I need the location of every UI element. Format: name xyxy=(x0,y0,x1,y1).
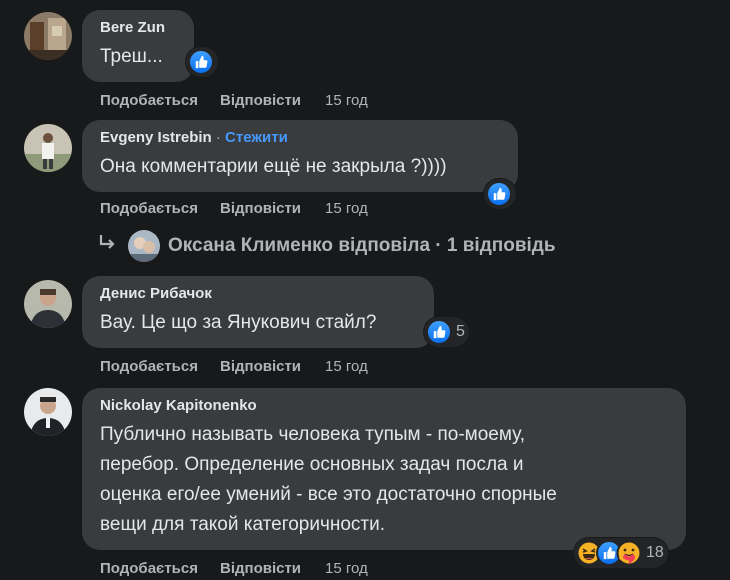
thumbs-up-icon xyxy=(188,49,214,75)
replies-summary[interactable]: Оксана Клименко відповіла · 1 відповідь xyxy=(168,235,556,257)
reply-arrow-icon xyxy=(96,232,120,260)
thumbs-up-icon xyxy=(426,319,452,345)
follow-link[interactable]: Стежити xyxy=(225,129,288,146)
comment-timestamp[interactable]: 15 год xyxy=(325,560,368,577)
like-link[interactable]: Подобається xyxy=(100,200,198,217)
comment-text: Она комментарии ещё не закрыла ?)))) xyxy=(100,156,447,177)
reaction-summary[interactable] xyxy=(186,47,218,77)
comment-author[interactable]: Evgeny Istrebin xyxy=(100,129,212,146)
comment-actions: Подобається Відповісти 15 год xyxy=(100,200,368,217)
reply-link[interactable]: Відповісти xyxy=(220,560,301,577)
like-link[interactable]: Подобається xyxy=(100,358,198,375)
comment-actions: Подобається Відповісти 15 год xyxy=(100,92,368,109)
separator-dot: · xyxy=(215,129,221,146)
comment-actions: Подобається Відповісти 15 год xyxy=(100,560,368,577)
comment-text: Треш... xyxy=(100,46,163,67)
comment-timestamp[interactable]: 15 год xyxy=(325,200,368,217)
reaction-summary[interactable] xyxy=(484,179,516,209)
comment-author[interactable]: Bere Zun xyxy=(100,18,176,38)
avatar-evgeny-istrebin[interactable] xyxy=(24,124,72,172)
thumbs-up-icon xyxy=(486,181,512,207)
comment-bubble: Денис Рибачок Вау. Це що за Янукович ста… xyxy=(82,276,434,348)
reaction-summary[interactable]: 18 xyxy=(574,538,668,568)
avatar-denis-rybachok[interactable] xyxy=(24,280,72,328)
reply-avatar xyxy=(128,230,160,262)
reply-link[interactable]: Відповісти xyxy=(220,200,301,217)
care-emoji-icon xyxy=(616,540,642,566)
comment-author[interactable]: Денис Рибачок xyxy=(100,284,416,304)
reaction-count: 5 xyxy=(456,323,465,340)
comment-author[interactable]: Nickolay Kapitonenko xyxy=(100,396,668,416)
comment-actions: Подобається Відповісти 15 год xyxy=(100,358,368,375)
comment-timestamp[interactable]: 15 год xyxy=(325,358,368,375)
avatar-bere-zun[interactable] xyxy=(24,12,72,60)
comment-bubble: Nickolay Kapitonenko Публично называть ч… xyxy=(82,388,686,550)
reaction-count: 18 xyxy=(646,544,664,561)
comment-timestamp[interactable]: 15 год xyxy=(325,92,368,109)
comment-text: Публично называть человека тупым - по-мо… xyxy=(100,424,557,535)
like-link[interactable]: Подобається xyxy=(100,560,198,577)
comment-bubble: Bere Zun Треш... xyxy=(82,10,194,82)
reply-link[interactable]: Відповісти xyxy=(220,92,301,109)
view-replies-link[interactable]: Оксана Клименко відповіла · 1 відповідь xyxy=(96,230,556,262)
avatar-nickolay-kapitonenko[interactable] xyxy=(24,388,72,436)
comment-bubble: Evgeny Istrebin · Стежити Она комментари… xyxy=(82,120,518,192)
comment-text: Вау. Це що за Янукович стайл? xyxy=(100,312,377,333)
reply-link[interactable]: Відповісти xyxy=(220,358,301,375)
reaction-summary[interactable]: 5 xyxy=(424,317,469,347)
like-link[interactable]: Подобається xyxy=(100,92,198,109)
